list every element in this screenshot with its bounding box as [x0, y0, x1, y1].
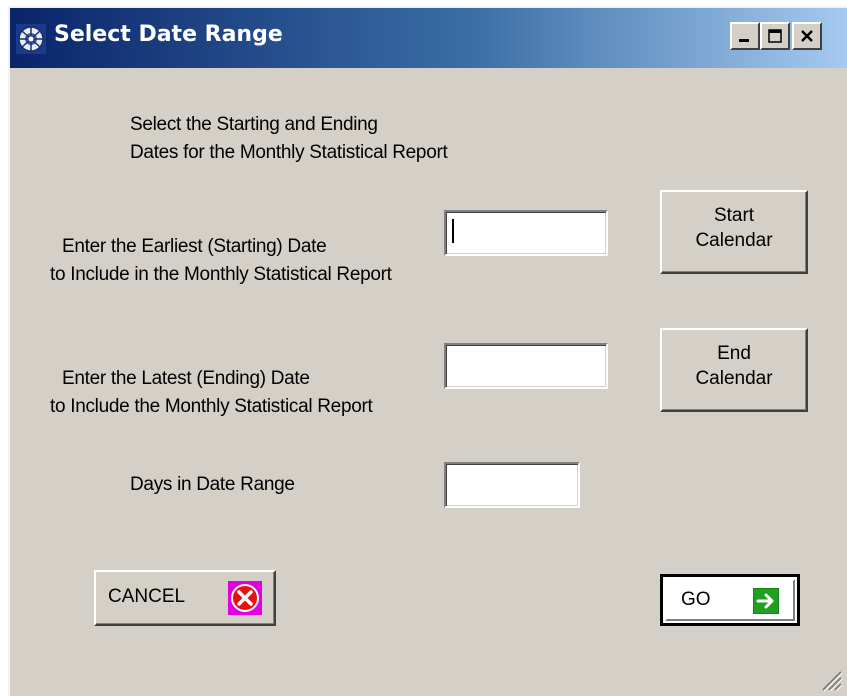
- close-button[interactable]: [792, 22, 822, 50]
- end-calendar-label-line-1: End: [717, 343, 751, 364]
- start-date-input[interactable]: [444, 210, 608, 256]
- end-calendar-label-line-2: Calendar: [695, 368, 773, 389]
- end-date-input[interactable]: [444, 343, 608, 389]
- close-icon: [801, 30, 813, 42]
- cancel-label: CANCEL: [108, 586, 186, 607]
- maximize-button[interactable]: [760, 22, 790, 50]
- go-label: GO: [681, 589, 711, 610]
- window-title: Select Date Range: [54, 22, 283, 47]
- maximize-icon: [768, 29, 782, 43]
- days-in-range-field[interactable]: [444, 462, 580, 508]
- start-calendar-button[interactable]: Start Calendar: [660, 190, 808, 274]
- cancel-button[interactable]: CANCEL: [94, 570, 276, 626]
- go-button[interactable]: GO: [660, 574, 800, 626]
- start-calendar-label-line-1: Start: [713, 205, 755, 226]
- minimize-icon: [739, 39, 749, 42]
- end-date-label-line-1: Enter the Latest (Ending) Date: [62, 368, 310, 389]
- select-date-range-window: Select Date Range Select the Starting an…: [8, 6, 847, 696]
- minimize-button[interactable]: [730, 22, 760, 50]
- app-globe-icon: [16, 24, 46, 54]
- red-x-circle-icon: [228, 581, 262, 615]
- start-date-label-line-1: Enter the Earliest (Starting) Date: [62, 236, 327, 257]
- instructions-line-1: Select the Starting and Ending: [130, 114, 378, 135]
- resize-grip-icon[interactable]: [817, 666, 843, 692]
- end-date-label-line-2: to Include the Monthly Statistical Repor…: [50, 396, 373, 417]
- start-date-label-line-2: to Include in the Monthly Statistical Re…: [50, 264, 392, 285]
- end-calendar-button[interactable]: End Calendar: [660, 328, 808, 412]
- text-caret: [452, 219, 454, 243]
- green-arrow-right-icon: [753, 588, 779, 614]
- title-bar[interactable]: Select Date Range: [10, 8, 847, 68]
- instructions-line-2: Dates for the Monthly Statistical Report: [130, 142, 448, 163]
- start-calendar-label-line-2: Calendar: [695, 230, 773, 251]
- days-label: Days in Date Range: [130, 474, 295, 495]
